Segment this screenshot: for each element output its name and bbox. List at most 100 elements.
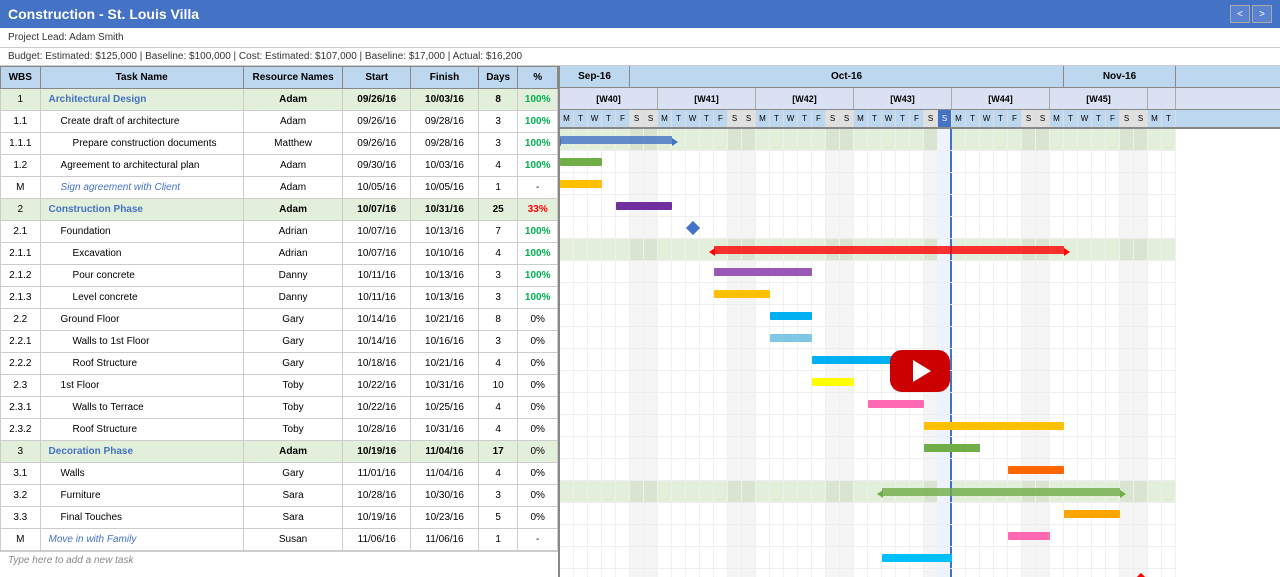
table-row[interactable]: 2.1.2Pour concreteDanny10/11/1610/13/163…: [1, 265, 558, 287]
table-row[interactable]: 2.1.1ExcavationAdrian10/07/1610/10/16410…: [1, 243, 558, 265]
cell-resource: Toby: [243, 397, 343, 419]
cell-start: 10/05/16: [343, 177, 411, 199]
table-row[interactable]: 1.2Agreement to architectural planAdam09…: [1, 155, 558, 177]
budget-bar: Budget: Estimated: $125,000 | Baseline: …: [0, 48, 1280, 66]
cell-start: 10/28/16: [343, 485, 411, 507]
cell-start: 10/07/16: [343, 221, 411, 243]
table-row[interactable]: 2Construction PhaseAdam10/07/1610/31/162…: [1, 199, 558, 221]
cell-finish: 10/31/16: [411, 419, 479, 441]
cell-wbs: 2.2: [1, 309, 41, 331]
table-row[interactable]: 2.3.2Roof StructureToby10/28/1610/31/164…: [1, 419, 558, 441]
gantt-row: [560, 459, 1176, 481]
cell-wbs: 1.1: [1, 111, 41, 133]
gantt-chart: Sep-16Oct-16Nov-16 [W40][W41][W42][W43][…: [560, 66, 1280, 577]
table-row[interactable]: 1Architectural DesignAdam09/26/1610/03/1…: [1, 89, 558, 111]
cell-wbs: 3.1: [1, 463, 41, 485]
table-row[interactable]: 2.3.1Walls to TerraceToby10/22/1610/25/1…: [1, 397, 558, 419]
cell-task: Agreement to architectural plan: [40, 155, 243, 177]
cell-task: Final Touches: [40, 507, 243, 529]
cell-finish: 10/13/16: [411, 287, 479, 309]
cell-days: 5: [478, 507, 518, 529]
gantt-day-cell: F: [1008, 110, 1022, 127]
nav-forward-button[interactable]: >: [1252, 5, 1272, 23]
cell-resource: Adam: [243, 89, 343, 111]
gantt-day-cell: F: [714, 110, 728, 127]
gantt-row: [560, 349, 1176, 371]
cell-days: 8: [478, 89, 518, 111]
table-row[interactable]: 3.1WallsGary11/01/1611/04/1640%: [1, 463, 558, 485]
table-row[interactable]: MSign agreement with ClientAdam10/05/161…: [1, 177, 558, 199]
gantt-day-cell: S: [644, 110, 658, 127]
cell-resource: Adam: [243, 111, 343, 133]
gantt-bar: [560, 180, 602, 188]
table-row[interactable]: 2.1.3Level concreteDanny10/11/1610/13/16…: [1, 287, 558, 309]
gantt-row: [560, 503, 1176, 525]
table-row[interactable]: 3Decoration PhaseAdam10/19/1611/04/16170…: [1, 441, 558, 463]
gantt-row: [560, 525, 1176, 547]
add-task-input[interactable]: Type here to add a new task: [0, 551, 558, 573]
cell-days: 1: [478, 529, 518, 551]
project-lead-text: Project Lead: Adam Smith: [8, 32, 124, 43]
cell-wbs: 3: [1, 441, 41, 463]
gantt-month-label: Sep-16: [560, 66, 630, 87]
nav-back-button[interactable]: <: [1230, 5, 1250, 23]
cell-start: 10/18/16: [343, 353, 411, 375]
cell-pct: 0%: [518, 375, 558, 397]
cell-days: 3: [478, 265, 518, 287]
gantt-row: [560, 327, 1176, 349]
cell-days: 1: [478, 177, 518, 199]
gantt-day-cell: S: [728, 110, 742, 127]
gantt-bar: [560, 158, 602, 166]
cell-finish: 10/31/16: [411, 199, 479, 221]
cell-start: 10/19/16: [343, 441, 411, 463]
gantt-day-cell: F: [812, 110, 826, 127]
cell-pct: 100%: [518, 221, 558, 243]
table-row[interactable]: 2.2Ground FloorGary10/14/1610/21/1680%: [1, 309, 558, 331]
gantt-day-cell: W: [784, 110, 798, 127]
cell-wbs: 2.2.1: [1, 331, 41, 353]
gantt-day-cell: T: [700, 110, 714, 127]
gantt-row: [560, 371, 1176, 393]
table-row[interactable]: 2.2.2Roof StructureGary10/18/1610/21/164…: [1, 353, 558, 375]
cell-finish: 10/03/16: [411, 89, 479, 111]
cell-days: 7: [478, 221, 518, 243]
cell-pct: 100%: [518, 111, 558, 133]
cell-days: 4: [478, 419, 518, 441]
cell-pct: 0%: [518, 463, 558, 485]
gantt-week-label: [W44]: [952, 88, 1050, 109]
cell-task: Roof Structure: [40, 419, 243, 441]
table-row[interactable]: 2.2.1Walls to 1st FloorGary10/14/1610/16…: [1, 331, 558, 353]
table-row[interactable]: 3.2FurnitureSara10/28/1610/30/1630%: [1, 485, 558, 507]
table-row[interactable]: 1.1Create draft of architectureAdam09/26…: [1, 111, 558, 133]
gantt-day-cell: S: [938, 110, 952, 127]
cell-start: 10/07/16: [343, 243, 411, 265]
gantt-day-cell: W: [1078, 110, 1092, 127]
cell-task: Decoration Phase: [40, 441, 243, 463]
table-row[interactable]: 3.3Final TouchesSara10/19/1610/23/1650%: [1, 507, 558, 529]
cell-start: 09/30/16: [343, 155, 411, 177]
cell-days: 4: [478, 353, 518, 375]
cell-pct: 100%: [518, 265, 558, 287]
gantt-day-cell: W: [882, 110, 896, 127]
gantt-day-cell: M: [1050, 110, 1064, 127]
add-task-placeholder: Type here to add a new task: [8, 555, 133, 566]
table-row[interactable]: 2.1FoundationAdrian10/07/1610/13/167100%: [1, 221, 558, 243]
cell-days: 3: [478, 133, 518, 155]
gantt-month-label: Oct-16: [630, 66, 1064, 87]
cell-resource: Adam: [243, 441, 343, 463]
cell-wbs: 2: [1, 199, 41, 221]
cell-days: 3: [478, 111, 518, 133]
gantt-bar: [1064, 510, 1120, 518]
gantt-day-cell: M: [658, 110, 672, 127]
gantt-day-cell: M: [756, 110, 770, 127]
youtube-play-button[interactable]: [890, 350, 950, 392]
col-start: Start: [343, 67, 411, 89]
table-row[interactable]: MMove in with FamilySusan11/06/1611/06/1…: [1, 529, 558, 551]
cell-pct: 100%: [518, 155, 558, 177]
table-row[interactable]: 1.1.1Prepare construction documentsMatth…: [1, 133, 558, 155]
table-row[interactable]: 2.31st FloorToby10/22/1610/31/16100%: [1, 375, 558, 397]
youtube-overlay[interactable]: [890, 350, 950, 392]
gantt-day-cell: T: [1064, 110, 1078, 127]
gantt-week-extra: [1148, 88, 1176, 109]
cell-finish: 10/31/16: [411, 375, 479, 397]
